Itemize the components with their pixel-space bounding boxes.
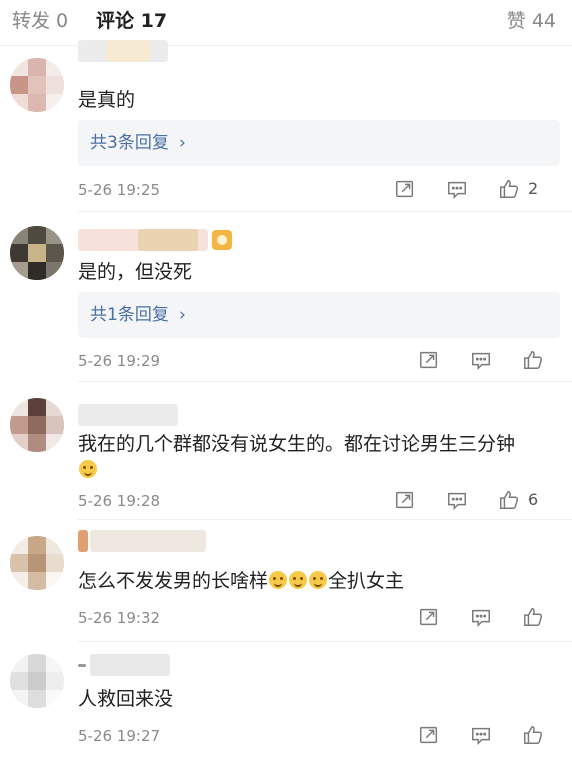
repost-icon[interactable] xyxy=(418,724,440,746)
comment-item: 是真的 共3条回复 › 5-26 19:25 2 xyxy=(0,40,572,212)
avatar[interactable] xyxy=(10,398,64,452)
username-blurred[interactable] xyxy=(78,40,208,62)
comment-item: 是的，但没死 共1条回复 › 5-26 19:29 xyxy=(0,212,572,382)
comment-icon[interactable] xyxy=(470,606,492,628)
username-blurred[interactable] xyxy=(78,654,178,676)
comment-icon[interactable] xyxy=(470,349,492,371)
replies-link[interactable]: 共1条回复 xyxy=(90,303,169,327)
comment-text: 人救回来没 xyxy=(78,688,174,710)
comment-actions: 2 xyxy=(394,178,564,202)
avatar[interactable] xyxy=(10,654,64,708)
repost-icon[interactable] xyxy=(394,489,416,511)
repost-icon[interactable] xyxy=(418,349,440,371)
comment-item: 人救回来没 5-26 19:27 xyxy=(0,642,572,757)
comment-text: 是的，但没死 xyxy=(78,261,193,283)
like-count: 2 xyxy=(528,179,539,198)
comment-text-part: 怎么不发发男的长啥样 xyxy=(78,570,269,592)
comment-actions: 6 xyxy=(394,489,564,513)
comment-timestamp: 5-26 19:28 xyxy=(78,492,161,510)
chevron-right-icon: › xyxy=(179,133,186,153)
smile-emoji-icon xyxy=(289,571,308,589)
comment-actions xyxy=(394,724,564,748)
comment-icon[interactable] xyxy=(446,178,468,200)
comment-timestamp: 5-26 19:29 xyxy=(78,352,161,370)
repost-icon[interactable] xyxy=(394,178,416,200)
avatar[interactable] xyxy=(10,226,64,280)
comment-timestamp: 5-26 19:25 xyxy=(78,181,161,199)
like-count: 6 xyxy=(528,490,539,509)
thumbs-up-icon[interactable] xyxy=(498,178,520,200)
comment-timestamp: 5-26 19:32 xyxy=(78,609,161,627)
comment-text-part: 全扒女主 xyxy=(328,570,405,592)
tab-like[interactable]: 赞 44 xyxy=(507,8,556,34)
comment-text: 我在的几个群都没有说女生的。都在讨论男生三分钟 xyxy=(78,433,516,455)
thumbs-up-icon[interactable] xyxy=(522,724,544,746)
comment-item: 怎么不发发男的长啥样 全扒女主 5-26 19:32 xyxy=(0,520,572,642)
chevron-right-icon: › xyxy=(179,305,186,325)
tab-comment[interactable]: 评论 17 xyxy=(96,8,167,34)
smile-emoji-icon xyxy=(269,571,288,589)
comment-timestamp: 5-26 19:27 xyxy=(78,727,161,745)
thumbs-up-icon[interactable] xyxy=(522,606,544,628)
comment-icon[interactable] xyxy=(446,489,468,511)
comment-actions xyxy=(394,349,564,373)
avatar[interactable] xyxy=(10,536,64,590)
comment-text: 怎么不发发男的长啥样 全扒女主 xyxy=(78,568,404,594)
comment-actions xyxy=(394,606,564,630)
vip-badge-icon xyxy=(212,230,232,250)
replies-link[interactable]: 共3条回复 xyxy=(90,131,169,155)
replies-box[interactable]: 共1条回复 › xyxy=(78,292,560,338)
smile-emoji-icon xyxy=(309,571,328,589)
thumbs-up-icon[interactable] xyxy=(522,349,544,371)
replies-box[interactable]: 共3条回复 › xyxy=(78,120,560,166)
comment-text: 是真的 xyxy=(78,89,136,111)
avatar[interactable] xyxy=(10,58,64,112)
username-blurred[interactable] xyxy=(78,404,188,426)
tab-repost[interactable]: 转发 0 xyxy=(12,8,68,34)
comment-item: 我在的几个群都没有说女生的。都在讨论男生三分钟 5-26 19:28 6 xyxy=(0,382,572,520)
thumbs-up-icon[interactable] xyxy=(498,489,520,511)
smile-emoji-icon xyxy=(79,460,97,478)
repost-icon[interactable] xyxy=(418,606,440,628)
comment-icon[interactable] xyxy=(470,724,492,746)
username-blurred[interactable] xyxy=(78,530,208,552)
